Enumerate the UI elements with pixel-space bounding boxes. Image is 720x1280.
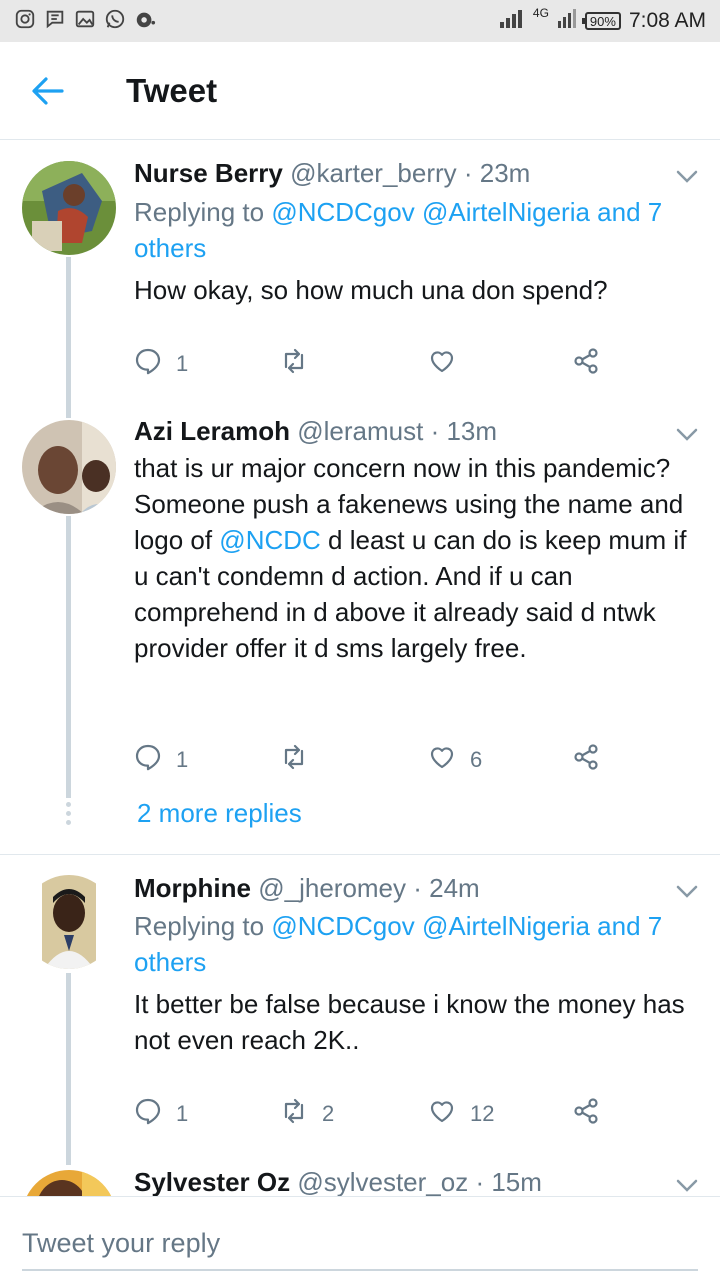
chevron-down-icon[interactable] (676, 1179, 698, 1193)
tweet-text: that is ur major concern now in this pan… (134, 450, 704, 666)
status-bar: 4G 90% 7:08 AM (0, 0, 720, 42)
status-right: 4G 90% 7:08 AM (499, 6, 706, 36)
tweet-nurse-berry[interactable]: Nurse Berry @karter_berry · 23m Replying… (0, 140, 720, 412)
avatar[interactable] (22, 875, 116, 969)
retweet-icon (280, 347, 308, 381)
retweet-count: 2 (322, 1101, 335, 1126)
chevron-down-icon[interactable] (676, 885, 698, 899)
reply-count: 1 (176, 1101, 189, 1126)
tweet-header: Nurse Berry @karter_berry · 23m (134, 158, 530, 189)
share-button[interactable] (572, 1096, 600, 1132)
tweet-sylvester-oz[interactable]: Sylvester Oz @sylvester_oz · 15m (0, 1165, 720, 1196)
display-name[interactable]: Sylvester Oz (134, 1167, 290, 1196)
reply-input[interactable] (22, 1223, 698, 1263)
app-header: Tweet (0, 42, 720, 140)
thread-line (66, 257, 71, 412)
more-replies-link[interactable]: 2 more replies (137, 798, 302, 829)
reply-button[interactable]: 1 (134, 1096, 188, 1132)
avatar[interactable] (22, 420, 116, 514)
network-type: 4G (532, 6, 549, 20)
replying-others[interactable]: others (134, 233, 206, 263)
retweet-icon (280, 1097, 308, 1131)
tweet-text: How okay, so how much una don spend? (134, 275, 608, 305)
status-time: 7:08 AM (628, 9, 706, 32)
replying-prefix: Replying to (134, 197, 272, 227)
like-count: 12 (470, 1101, 495, 1126)
battery-indicator: 90% (581, 12, 621, 30)
tweet-header: Azi Leramoh @leramust · 13m (134, 416, 497, 447)
reply-count: 1 (176, 351, 189, 376)
share-icon (572, 347, 600, 381)
message-icon (44, 8, 66, 35)
tweet-morphine[interactable]: Morphine @_jheromey · 24m Replying to @N… (0, 855, 720, 1165)
replying-mentions[interactable]: @NCDCgov @AirtelNigeria and 7 (271, 197, 662, 227)
signal-icon (499, 7, 525, 35)
replying-prefix: Replying to (134, 911, 272, 941)
chevron-down-icon[interactable] (676, 170, 698, 184)
page-title: Tweet (126, 72, 218, 109)
like-count: 6 (470, 747, 483, 772)
reply-composer (0, 1196, 720, 1280)
retweet-icon (280, 743, 308, 777)
reply-icon (134, 347, 162, 381)
avatar[interactable] (22, 161, 116, 255)
reply-input-underline (22, 1269, 698, 1271)
handle-time: @sylvester_oz · 15m (297, 1167, 542, 1196)
heart-icon (428, 347, 456, 381)
handle-time: @karter_berry · 23m (290, 158, 531, 188)
thread-line (66, 516, 71, 798)
retweet-button[interactable] (280, 346, 322, 382)
signal-icon-2 (557, 7, 577, 35)
arrow-left-icon[interactable] (30, 76, 64, 106)
gallery-icon (74, 8, 96, 35)
tweet-header: Sylvester Oz @sylvester_oz · 15m (134, 1167, 542, 1196)
share-button[interactable] (572, 742, 600, 778)
replying-to: Replying to @NCDCgov @AirtelNigeria and … (134, 908, 694, 980)
tweet-actions: 1 6 (134, 742, 614, 778)
tweet-actions: 1 2 12 (134, 1096, 614, 1132)
reply-icon (134, 1097, 162, 1131)
share-icon (572, 1097, 600, 1131)
notification-icons (14, 8, 156, 35)
display-name[interactable]: Nurse Berry (134, 158, 283, 188)
avatar[interactable] (22, 1170, 116, 1196)
instagram-icon (14, 8, 36, 35)
handle-time: @leramust · 13m (297, 416, 498, 446)
assistant-icon (134, 8, 156, 35)
thread-dots (66, 802, 71, 829)
heart-icon (428, 1097, 456, 1131)
reply-count: 1 (176, 747, 189, 772)
share-icon (572, 743, 600, 777)
replying-mentions[interactable]: @NCDCgov @AirtelNigeria and 7 (271, 911, 662, 941)
chevron-down-icon[interactable] (676, 428, 698, 442)
reply-icon (134, 743, 162, 777)
like-button[interactable]: 6 (428, 742, 482, 778)
tweet-text: It better be false because i know the mo… (134, 989, 685, 1055)
like-button[interactable]: 12 (428, 1096, 494, 1132)
mention-link[interactable]: @NCDC (219, 525, 321, 555)
whatsapp-icon (104, 8, 126, 35)
retweet-button[interactable]: 2 (280, 1096, 334, 1132)
thread-line (66, 973, 71, 1165)
thread-line-top (66, 412, 71, 418)
display-name[interactable]: Morphine (134, 873, 251, 903)
tweet-azi-leramoh[interactable]: Azi Leramoh @leramust · 13m that is ur m… (0, 412, 720, 852)
like-button[interactable] (428, 346, 470, 382)
heart-icon (428, 743, 456, 777)
display-name[interactable]: Azi Leramoh (134, 416, 290, 446)
tweet-actions: 1 (134, 346, 614, 382)
reply-button[interactable]: 1 (134, 346, 188, 382)
share-button[interactable] (572, 346, 600, 382)
replying-others[interactable]: others (134, 947, 206, 977)
tweet-header: Morphine @_jheromey · 24m (134, 873, 480, 904)
retweet-button[interactable] (280, 742, 322, 778)
handle-time: @_jheromey · 24m (258, 873, 480, 903)
replying-to: Replying to @NCDCgov @AirtelNigeria and … (134, 194, 694, 266)
reply-button[interactable]: 1 (134, 742, 188, 778)
